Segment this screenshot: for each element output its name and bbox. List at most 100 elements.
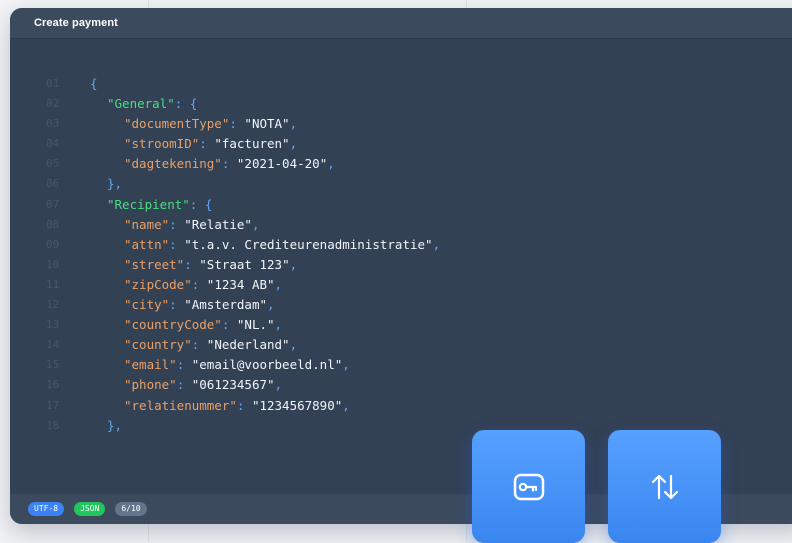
key-button[interactable] bbox=[472, 430, 585, 543]
json-key: "dagtekening" bbox=[124, 156, 222, 172]
json-key: "city" bbox=[124, 297, 170, 313]
json-punctuation: : bbox=[184, 256, 200, 272]
json-punctuation: }, bbox=[107, 417, 123, 433]
json-punctuation: : bbox=[169, 297, 185, 313]
json-punctuation: : bbox=[236, 397, 252, 413]
line-number: 16 bbox=[46, 378, 60, 392]
json-punctuation: , bbox=[274, 377, 283, 393]
json-punctuation: , bbox=[267, 297, 275, 313]
code-text: }, bbox=[107, 416, 122, 436]
line-number: 17 bbox=[46, 398, 60, 412]
code-text: "relatienummer": "1234567890", bbox=[124, 396, 350, 416]
json-punctuation: : { bbox=[174, 96, 198, 112]
json-key: "Recipient" bbox=[107, 196, 190, 212]
json-punctuation: , bbox=[274, 317, 283, 333]
line-number: 01 bbox=[46, 77, 60, 90]
code-text: { bbox=[90, 74, 98, 94]
json-punctuation: : bbox=[191, 276, 207, 292]
code-text: "attn": "t.a.v. Crediteurenadministratie… bbox=[124, 235, 440, 255]
line-number: 07 bbox=[46, 197, 60, 211]
json-punctuation: }, bbox=[107, 176, 123, 192]
json-value: "NL." bbox=[236, 317, 275, 333]
window-title: Create payment bbox=[34, 17, 118, 29]
json-key: "country" bbox=[124, 337, 192, 353]
json-punctuation: : bbox=[221, 317, 237, 333]
code-text: "dagtekening": "2021-04-20", bbox=[124, 154, 335, 174]
line-number: 18 bbox=[46, 418, 60, 432]
json-key: "attn" bbox=[124, 236, 170, 252]
code-text: "email": "email@voorbeeld.nl", bbox=[124, 355, 350, 375]
code-text: "stroomID": "facturen", bbox=[124, 134, 297, 154]
json-punctuation: , bbox=[289, 136, 298, 152]
json-key: "zipCode" bbox=[124, 276, 192, 292]
code-text: "street": "Straat 123", bbox=[124, 255, 297, 275]
json-value: "facturen" bbox=[214, 136, 290, 152]
code-text: "documentType": "NOTA", bbox=[124, 114, 297, 134]
line-number: 04 bbox=[46, 137, 60, 151]
json-punctuation: , bbox=[432, 236, 441, 252]
json-punctuation: , bbox=[251, 216, 260, 232]
code-text: "zipCode": "1234 AB", bbox=[124, 275, 282, 295]
line-number: 13 bbox=[46, 318, 60, 332]
line-number: 05 bbox=[46, 157, 60, 171]
json-punctuation: : bbox=[191, 337, 207, 353]
json-punctuation: : bbox=[169, 236, 185, 252]
line-number: 03 bbox=[46, 117, 60, 131]
code-text: "name": "Relatie", bbox=[124, 215, 259, 235]
json-value: "Amsterdam" bbox=[184, 297, 268, 313]
json-value: "Relatie" bbox=[184, 216, 252, 232]
json-key: "relatienummer" bbox=[124, 397, 237, 413]
json-key: "email" bbox=[124, 357, 177, 373]
json-punctuation: , bbox=[342, 357, 350, 373]
line-number: 09 bbox=[46, 237, 60, 251]
json-punctuation: { bbox=[90, 76, 98, 91]
code-text: "General": { bbox=[107, 94, 197, 114]
json-value: "Straat 123" bbox=[199, 256, 290, 272]
json-punctuation: , bbox=[327, 156, 335, 172]
code-text: "country": "Nederland", bbox=[124, 335, 297, 355]
json-punctuation: , bbox=[274, 276, 283, 292]
code-text: "phone": "061234567", bbox=[124, 375, 282, 395]
line-number: 08 bbox=[46, 217, 60, 231]
json-punctuation: : bbox=[176, 357, 192, 373]
json-punctuation: : bbox=[169, 216, 185, 232]
json-value: "061234567" bbox=[191, 377, 275, 393]
json-key: "General" bbox=[107, 96, 175, 112]
code-text: "city": "Amsterdam", bbox=[124, 295, 275, 315]
json-key: "street" bbox=[124, 256, 185, 272]
json-key: "documentType" bbox=[124, 116, 230, 132]
key-icon bbox=[513, 473, 544, 500]
editor-titlebar: Create payment bbox=[10, 8, 792, 39]
json-value: "t.a.v. Crediteurenadministratie" bbox=[184, 236, 433, 252]
code-text: "Recipient": { bbox=[107, 195, 212, 215]
json-punctuation: : bbox=[229, 116, 245, 132]
code-text: }, bbox=[107, 174, 122, 194]
line-number: 11 bbox=[46, 277, 60, 291]
json-punctuation: , bbox=[342, 397, 350, 413]
json-punctuation: : bbox=[176, 377, 192, 393]
json-key: "countryCode" bbox=[124, 317, 222, 333]
format-badge: JSON bbox=[74, 502, 106, 516]
json-punctuation: : { bbox=[189, 196, 213, 212]
json-value: "1234 AB" bbox=[206, 276, 275, 292]
json-key: "name" bbox=[124, 216, 170, 232]
json-key: "stroomID" bbox=[124, 136, 200, 152]
line-number: 06 bbox=[46, 177, 60, 191]
json-punctuation: : bbox=[221, 156, 237, 172]
json-value: "NOTA" bbox=[244, 116, 290, 132]
json-key: "phone" bbox=[124, 377, 177, 393]
swap-button[interactable] bbox=[608, 430, 721, 543]
json-value: "Nederland" bbox=[206, 337, 290, 353]
json-punctuation: , bbox=[289, 337, 298, 353]
line-number: 15 bbox=[46, 358, 60, 372]
line-number: 12 bbox=[46, 298, 60, 312]
json-value: "2021-04-20" bbox=[236, 156, 328, 172]
line-number: 02 bbox=[46, 97, 60, 111]
json-value: "email@voorbeeld.nl" bbox=[191, 357, 343, 373]
line-number: 14 bbox=[46, 338, 60, 352]
json-value: "1234567890" bbox=[251, 397, 343, 413]
encoding-badge: UTF-8 bbox=[28, 502, 65, 516]
json-punctuation: , bbox=[289, 116, 298, 132]
code-text: "countryCode": "NL.", bbox=[124, 315, 282, 335]
page-indicator-badge: 6/10 bbox=[115, 502, 147, 516]
